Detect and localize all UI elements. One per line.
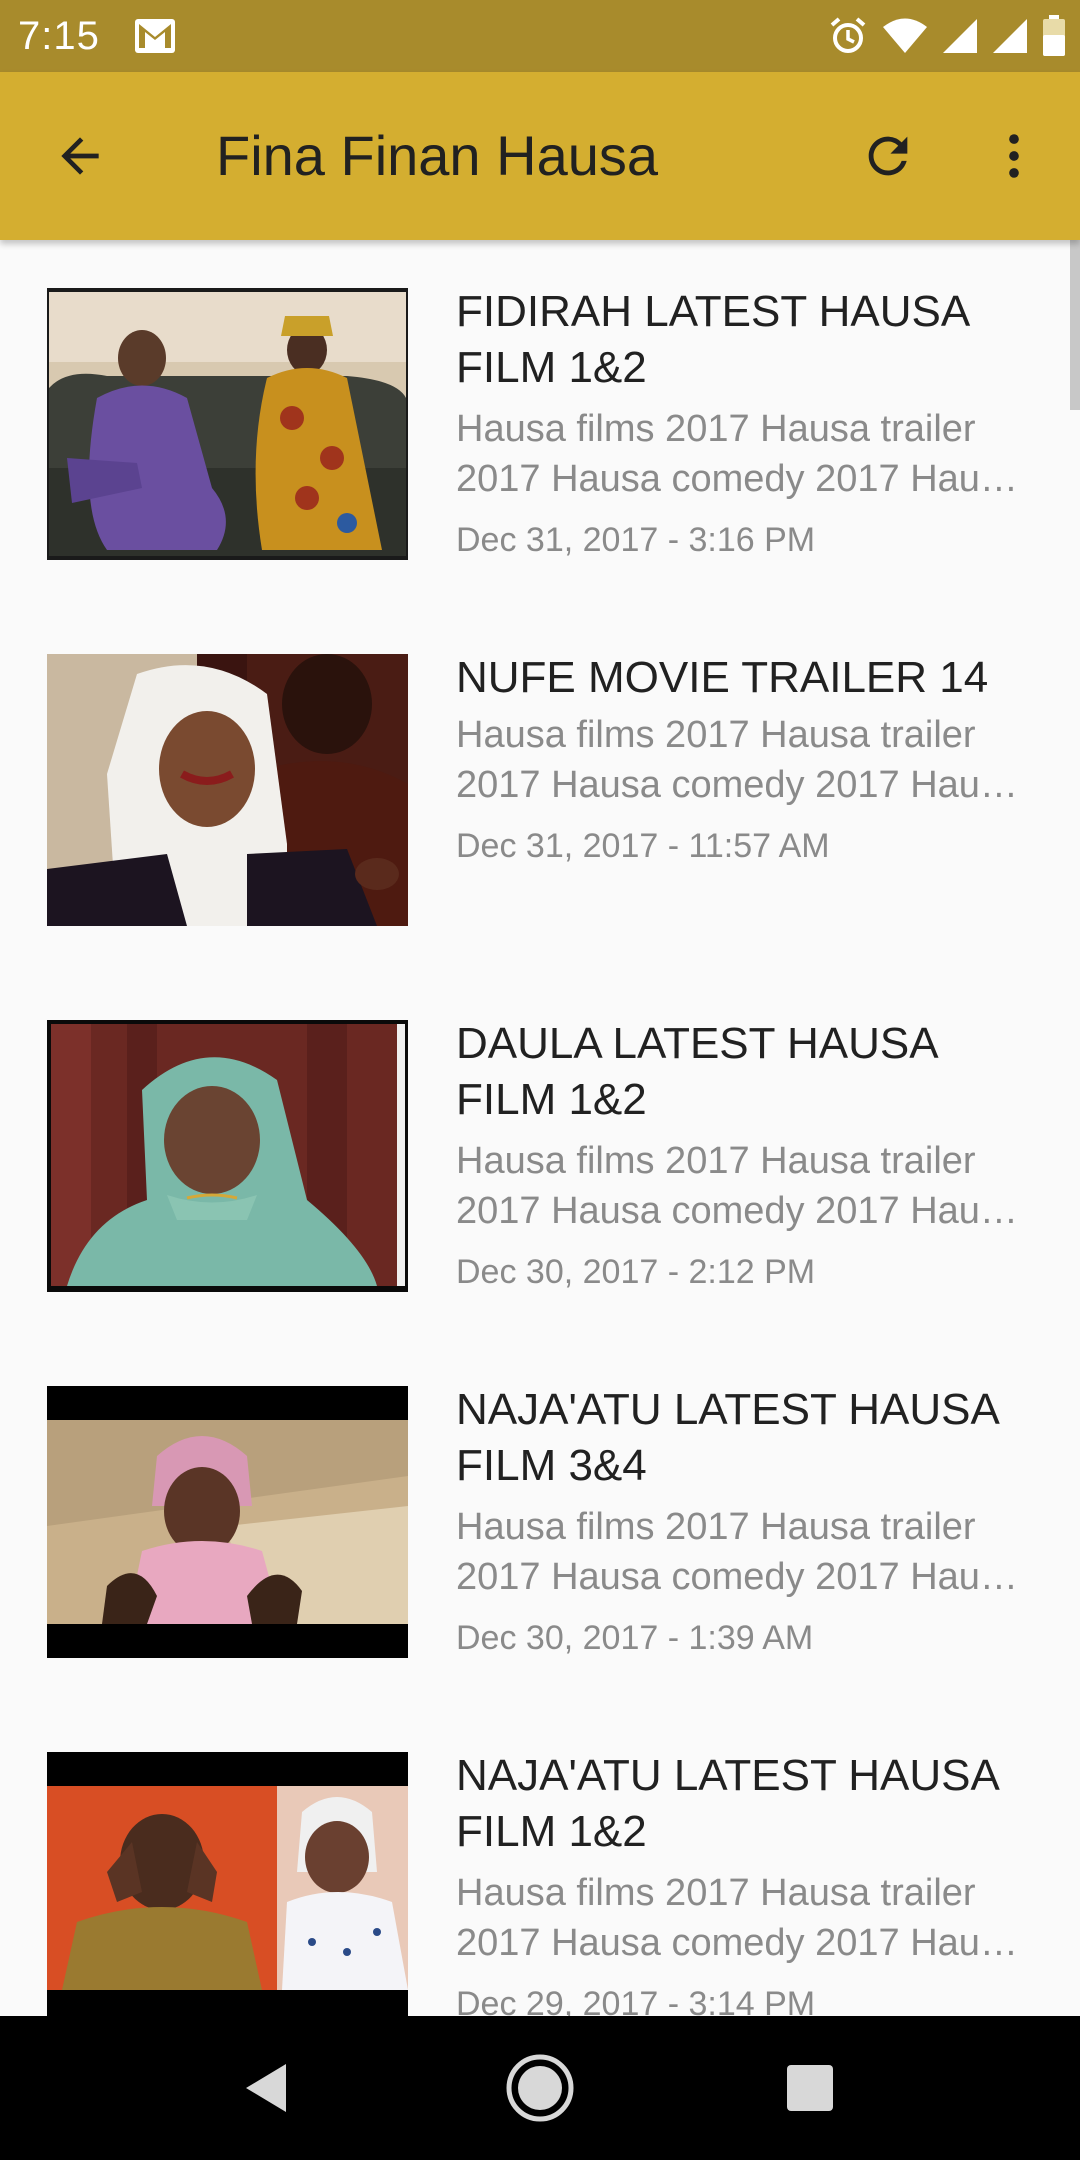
app-bar: Fina Finan Hausa [0,72,1080,240]
more-options-button[interactable] [976,118,1052,194]
video-title: NAJA'ATU LATEST HAUSA FILM 1&2 [456,1751,998,1856]
signal-icon [992,18,1028,54]
back-button[interactable] [42,118,118,194]
video-title: NUFE MOVIE TRAILER 14 [456,653,989,702]
battery-icon [1042,15,1066,57]
video-thumbnail[interactable] [47,1386,408,1658]
video-title: DAULA LATEST HAUSA FILM 1&2 [456,1019,937,1124]
video-description: Hausa films 2017 Hausa trailer 2017 Haus… [456,1872,1021,1964]
signal-icon [942,18,978,54]
video-thumbnail[interactable] [47,1020,408,1292]
video-date: Dec 30, 2017 - 1:39 AM [456,1619,814,1657]
alarm-icon [828,16,868,56]
nav-home-icon [506,2054,574,2122]
app-title: Fina Finan Hausa [216,124,659,187]
nav-recents-icon [787,2065,833,2111]
video-date: Dec 31, 2017 - 3:16 PM [456,521,816,559]
status-time: 7:15 [18,14,100,58]
gmail-icon [134,18,176,54]
nav-home-button[interactable] [498,2046,582,2130]
video-title: NAJA'ATU LATEST HAUSA FILM 3&4 [456,1385,998,1490]
wifi-icon [882,18,928,54]
video-date: Dec 31, 2017 - 11:57 AM [456,827,830,865]
status-icons [828,14,1066,58]
video-thumbnail[interactable] [47,654,408,926]
video-date: Dec 30, 2017 - 2:12 PM [456,1253,816,1291]
arrow-back-icon [61,137,99,175]
video-description: Hausa films 2017 Hausa trailer 2017 Haus… [456,1506,1021,1598]
nav-recents-button[interactable] [768,2046,852,2130]
status-bar: 7:15 [0,0,1080,72]
refresh-icon [868,136,908,176]
nav-back-button[interactable] [224,2046,308,2130]
refresh-button[interactable] [850,118,926,194]
video-thumbnail[interactable] [47,1752,408,2016]
navigation-bar [0,2016,1080,2160]
video-description: Hausa films 2017 Hausa trailer 2017 Haus… [456,408,1021,500]
video-date: Dec 29, 2017 - 3:14 PM [456,1985,816,2016]
video-list-item[interactable]: NAJA'ATU LATEST HAUSA FILM 1&2 Hausa fil… [0,1704,1080,2016]
video-list-item[interactable]: NUFE MOVIE TRAILER 14 Hausa films 2017 H… [0,606,1080,972]
scrollbar[interactable] [1070,240,1080,410]
nav-back-icon [246,2064,286,2112]
video-title: FIDIRAH LATEST HAUSA FILM 1&2 [456,287,968,392]
video-list[interactable]: FIDIRAH LATEST HAUSA FILM 1&2 Hausa film… [0,240,1080,2016]
video-list-item[interactable]: DAULA LATEST HAUSA FILM 1&2 Hausa films … [0,972,1080,1338]
video-thumbnail[interactable] [47,288,408,560]
video-description: Hausa films 2017 Hausa trailer 2017 Haus… [456,1140,1021,1232]
video-list-item[interactable]: NAJA'ATU LATEST HAUSA FILM 3&4 Hausa fil… [0,1338,1080,1704]
video-description: Hausa films 2017 Hausa trailer 2017 Haus… [456,714,1021,806]
video-list-item[interactable]: FIDIRAH LATEST HAUSA FILM 1&2 Hausa film… [0,240,1080,606]
more-vert-icon [1009,134,1019,178]
